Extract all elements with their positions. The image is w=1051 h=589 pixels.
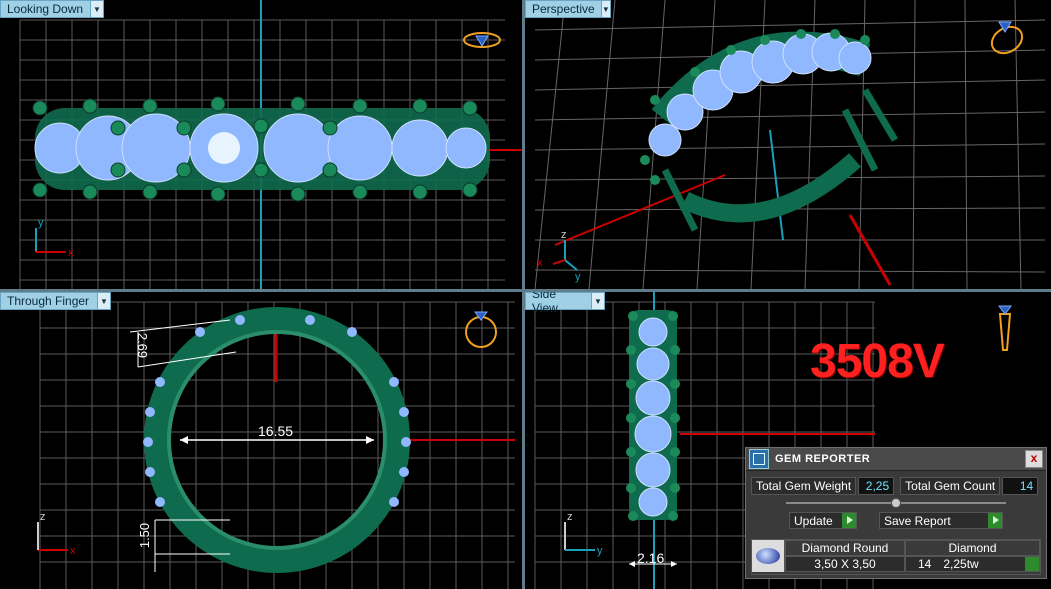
gem-count: 14 [918,557,932,571]
play-icon [842,513,856,528]
ring-perspective-icon [990,21,1024,55]
gem-weight: 2,25tw [943,557,979,571]
dimension-shank: 1.50 [137,522,153,549]
viewport-perspective[interactable]: z y x Perspective ▼ [525,0,1051,289]
gem-cut: Diamond Round [785,540,905,556]
total-weight-value: 2,25 [858,477,895,495]
model-number-label: 3508V [810,335,945,388]
gem-reporter-slider[interactable] [786,498,1006,508]
svg-text:x: x [537,257,543,269]
gem-reporter-titlebar[interactable]: GEM REPORTER x [746,448,1046,471]
viewport-tab-side-view[interactable]: Side View ▼ [525,292,605,315]
chevron-down-icon[interactable]: ▼ [90,1,103,17]
total-count-value: 14 [1002,477,1039,495]
svg-text:z: z [40,511,46,523]
slider-knob[interactable] [891,498,901,508]
through-finger-scene: z x [37,301,515,589]
svg-text:z: z [561,229,567,241]
svg-text:x: x [70,545,76,557]
gem-size: 3,50 X 3,50 [785,556,905,572]
viewport-tab-looking-down[interactable]: Looking Down ▼ [0,0,104,18]
save-report-button-label: Save Report [884,513,951,528]
svg-text:x: x [68,247,74,259]
chevron-down-icon[interactable]: ▼ [97,293,110,309]
total-count-label: Total Gem Count [900,477,1001,495]
update-button-label: Update [794,513,833,528]
svg-text:z: z [567,511,573,523]
dimension-inner-diameter: 16.55 [258,423,294,439]
gem-reporter-icon [749,449,769,469]
ring-side-icon [998,305,1012,351]
gem-reporter-title: GEM REPORTER [775,453,871,465]
ring-front-icon [465,311,497,348]
viewport-tab-perspective[interactable]: Perspective ▼ [525,0,611,18]
play-icon[interactable] [1025,557,1039,571]
viewport-through-finger[interactable]: z x 16.55 2.69 1.50 Through Finger ▼ [0,292,522,589]
dimension-gem-height: 2.69 [135,332,151,359]
perspective-scene: z y x [534,0,1046,289]
gem-type: Diamond [905,540,1040,556]
gem-list-item[interactable]: Diamond Round Diamond 3,50 X 3,50 14 2,2… [751,539,1041,575]
viewport-looking-down[interactable]: y x Looking Down ▼ [0,0,522,289]
chevron-down-icon[interactable]: ▼ [600,1,610,17]
save-report-button[interactable]: Save Report [879,512,1003,529]
update-button[interactable]: Update [789,512,857,529]
dimension-side-width: 2.16 [637,550,665,566]
total-weight-label: Total Gem Weight [751,477,857,495]
gem-reporter-panel: GEM REPORTER x Total Gem Weight 2,25 Tot… [745,447,1047,579]
gem-count-weight: 14 2,25tw [905,556,1040,572]
viewport-tab-through-finger[interactable]: Through Finger ▼ [0,292,111,310]
close-button[interactable]: x [1025,450,1043,468]
svg-text:y: y [38,217,44,229]
diamond-icon [752,540,785,572]
chevron-down-icon[interactable]: ▼ [591,293,604,309]
play-icon [988,513,1002,528]
svg-text:y: y [597,545,603,557]
svg-text:y: y [575,271,581,283]
looking-down-scene: y x [19,0,522,289]
